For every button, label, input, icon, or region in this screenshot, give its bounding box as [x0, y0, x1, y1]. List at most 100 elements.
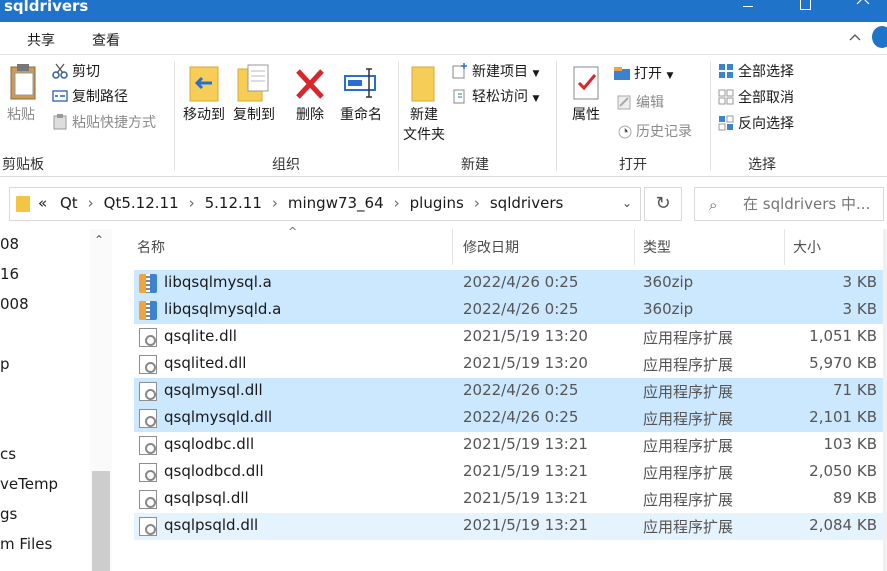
paste-button[interactable]: 粘贴: [0, 63, 42, 125]
nav-item[interactable]: p: [0, 355, 10, 373]
collapse-ribbon-icon[interactable]: [846, 29, 864, 47]
file-list-scrollbar[interactable]: [883, 229, 887, 571]
maximize-button[interactable]: [782, 0, 828, 22]
file-date: 2022/4/26 0:25: [463, 273, 579, 291]
move-to-button[interactable]: 移动到: [180, 63, 228, 125]
breadcrumb-item[interactable]: Qt: [60, 194, 78, 212]
tab-view[interactable]: 查看: [92, 30, 120, 50]
paste-shortcut-button[interactable]: 粘贴快捷方式: [52, 112, 156, 134]
column-date[interactable]: 修改日期: [463, 237, 519, 257]
file-row[interactable]: qsqlpsqld.dll 2021/5/19 13:21 应用程序扩展 2,084 …: [134, 513, 887, 540]
rename-button[interactable]: 重命名: [336, 63, 386, 125]
easy-access-button[interactable]: 轻松访问 ▼: [452, 86, 539, 108]
copy-to-button[interactable]: 复制到: [230, 63, 278, 125]
ribbon-divider: [398, 61, 399, 171]
file-size: 89 KB: [833, 489, 877, 507]
cut-button[interactable]: 剪切: [52, 61, 100, 83]
column-name[interactable]: 名称: [137, 237, 165, 257]
dll-icon: [139, 328, 157, 347]
breadcrumb-item[interactable]: plugins: [410, 194, 464, 212]
file-row[interactable]: libqsqlmysqld.a 2022/4/26 0:25 360zip 3 KB: [134, 297, 887, 324]
new-item-button[interactable]: 新建项目 ▼: [452, 61, 539, 83]
file-date: 2021/5/19 13:20: [463, 327, 588, 345]
edit-button[interactable]: 编辑: [616, 92, 664, 114]
zip-icon: [139, 301, 157, 320]
column-size[interactable]: 大小: [793, 237, 821, 257]
organize-group-label: 组织: [272, 157, 300, 173]
nav-item[interactable]: 008: [0, 295, 29, 313]
breadcrumb-item[interactable]: Qt5.12.11: [104, 194, 179, 212]
breadcrumb-separator[interactable]: ›: [88, 194, 94, 212]
refresh-button[interactable]: ↻: [644, 187, 682, 221]
nav-scrollbar[interactable]: ⌃: [90, 229, 112, 571]
history-button[interactable]: 历史记录: [616, 121, 692, 143]
breadcrumb-item[interactable]: mingw73_64: [288, 194, 384, 212]
new-item-icon: [452, 63, 467, 79]
address-dropdown-icon[interactable]: ⌄: [622, 196, 632, 210]
new-folder-label-2: 文件夹: [403, 127, 445, 143]
breadcrumb-overflow[interactable]: «: [38, 194, 47, 212]
dropdown-icon: ▼: [532, 69, 540, 79]
minimize-button[interactable]: [725, 0, 771, 22]
minimize-icon: [743, 6, 753, 7]
select-none-label: 全部取消: [738, 90, 794, 106]
file-type: 应用程序扩展: [643, 491, 734, 509]
column-divider[interactable]: [784, 229, 785, 265]
close-button[interactable]: [840, 0, 886, 22]
nav-item[interactable]: m Files: [0, 535, 52, 553]
nav-item[interactable]: 08: [0, 235, 19, 253]
search-icon: ⌕: [709, 196, 718, 214]
new-folder-button[interactable]: 新建 文件夹: [400, 63, 448, 145]
file-name: qsqlodbc.dll: [164, 435, 255, 453]
nav-item[interactable]: cs: [0, 445, 16, 463]
file-size: 2,084 KB: [809, 516, 877, 534]
edit-label: 编辑: [636, 95, 664, 111]
tab-share[interactable]: 共享: [27, 30, 55, 50]
file-row[interactable]: qsqlodbcd.dll 2021/5/19 13:21 应用程序扩展 2,050 …: [134, 459, 887, 486]
column-divider[interactable]: [452, 229, 453, 265]
search-input[interactable]: [743, 193, 879, 215]
file-row[interactable]: qsqlodbc.dll 2021/5/19 13:21 应用程序扩展 103 KB: [134, 432, 887, 459]
column-type[interactable]: 类型: [643, 237, 671, 257]
delete-button[interactable]: 删除: [290, 63, 330, 125]
file-date: 2022/4/26 0:25: [463, 408, 579, 426]
invert-selection-button[interactable]: 反向选择: [718, 113, 794, 135]
scrollbar-thumb[interactable]: [92, 471, 110, 571]
help-icon[interactable]: [872, 26, 887, 48]
copy-path-button[interactable]: 复制路径: [52, 86, 128, 108]
breadcrumb: « Qt › Qt5.12.11 › 5.12.11 › mingw73_64 › plugin…: [38, 194, 563, 212]
breadcrumb-separator[interactable]: ›: [474, 194, 480, 212]
file-row[interactable]: qsqlmysqld.dll 2022/4/26 0:25 应用程序扩展 2,101 …: [134, 405, 887, 432]
open-button[interactable]: 打开 ▼: [614, 63, 673, 85]
invert-selection-icon: [718, 115, 734, 131]
search-box[interactable]: ⌕: [694, 187, 884, 221]
breadcrumb-separator[interactable]: ›: [189, 194, 195, 212]
properties-label: 属性: [572, 107, 600, 123]
breadcrumb-item[interactable]: sqldrivers: [490, 194, 563, 212]
paste-shortcut-label: 粘贴快捷方式: [72, 115, 156, 131]
nav-item[interactable]: gs: [0, 505, 17, 523]
scroll-up-icon[interactable]: ⌃: [94, 233, 104, 247]
properties-button[interactable]: 属性: [562, 63, 610, 125]
file-row[interactable]: libqsqlmysql.a 2022/4/26 0:25 360zip 3 KB: [134, 270, 887, 297]
nav-item[interactable]: 16: [0, 265, 19, 283]
select-none-button[interactable]: 全部取消: [718, 87, 794, 109]
file-type: 应用程序扩展: [643, 518, 734, 536]
file-date: 2021/5/19 13:21: [463, 435, 588, 453]
file-name: qsqlodbcd.dll: [164, 462, 264, 480]
file-size: 2,101 KB: [809, 408, 877, 426]
select-all-button[interactable]: 全部选择: [718, 61, 794, 83]
file-row[interactable]: qsqlite.dll 2021/5/19 13:20 应用程序扩展 1,051 KB: [134, 324, 887, 351]
breadcrumb-item[interactable]: 5.12.11: [205, 194, 262, 212]
file-row[interactable]: qsqlited.dll 2021/5/19 13:20 应用程序扩展 5,970 K…: [134, 351, 887, 378]
breadcrumb-separator[interactable]: ›: [394, 194, 400, 212]
file-row[interactable]: qsqlmysql.dll 2022/4/26 0:25 应用程序扩展 71 KB: [134, 378, 887, 405]
address-bar[interactable]: « Qt › Qt5.12.11 › 5.12.11 › mingw73_64 › plugin…: [9, 187, 641, 221]
file-row[interactable]: qsqlpsql.dll 2021/5/19 13:21 应用程序扩展 89 KB: [134, 486, 887, 513]
column-divider[interactable]: [634, 229, 635, 265]
nav-item[interactable]: veTemp: [0, 475, 58, 493]
breadcrumb-separator[interactable]: ›: [272, 194, 278, 212]
file-type: 360zip: [643, 273, 694, 291]
history-label: 历史记录: [636, 124, 692, 140]
rename-label: 重命名: [340, 107, 382, 123]
